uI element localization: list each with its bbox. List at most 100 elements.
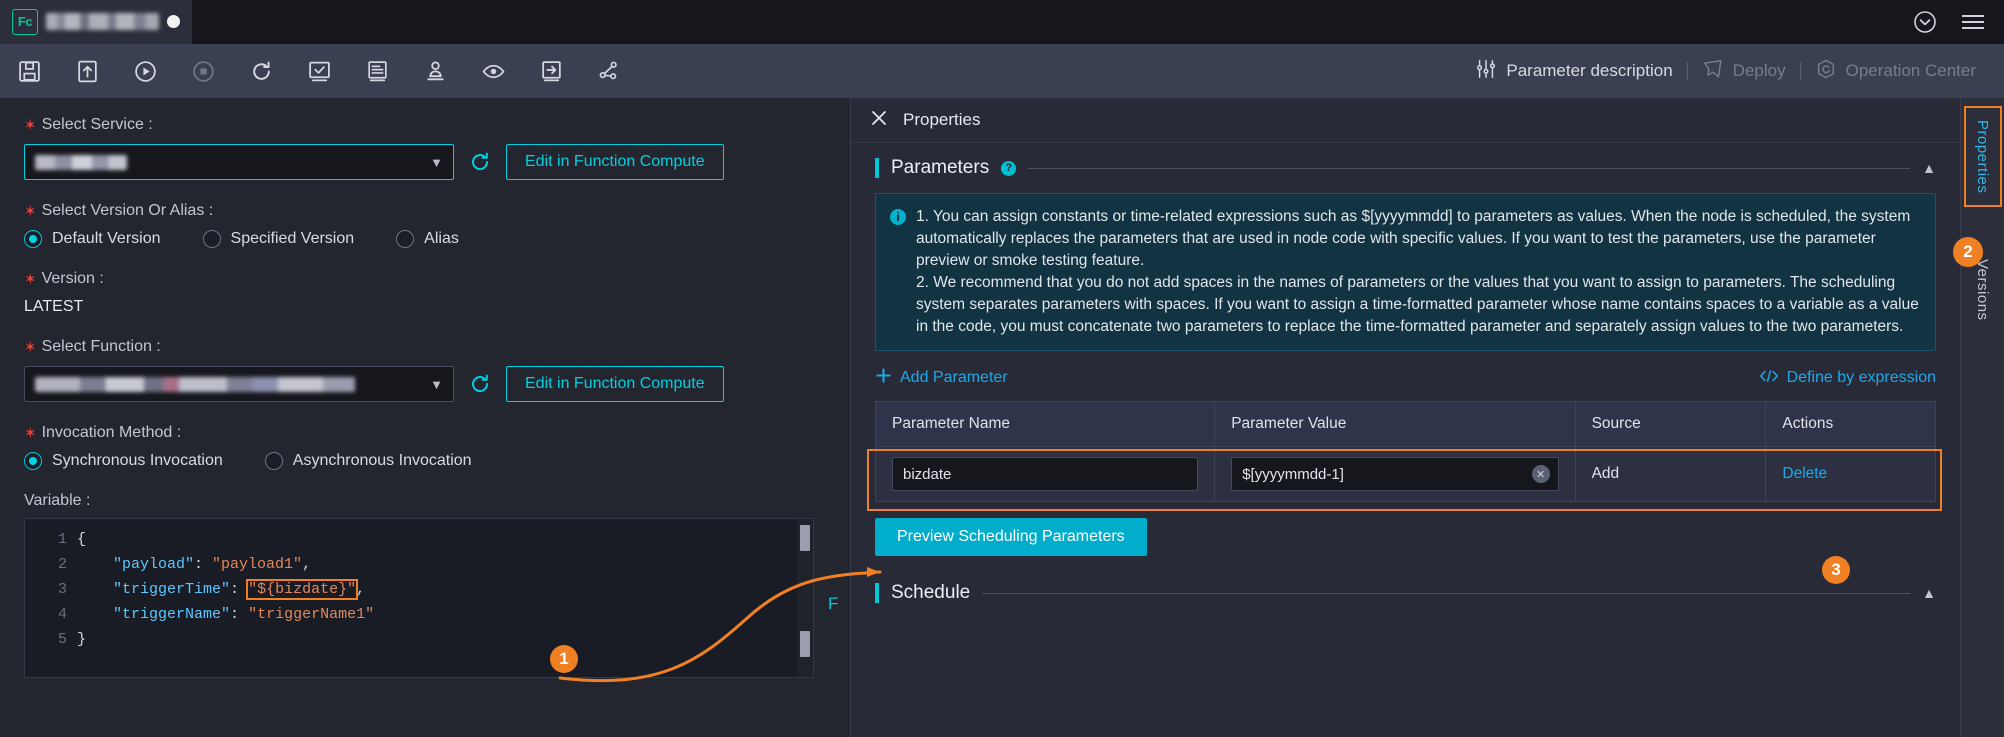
radio-default-version[interactable]: Default Version bbox=[24, 230, 161, 248]
invocation-method-label-text: Invocation Method bbox=[41, 424, 173, 441]
code-brackets-icon bbox=[1759, 368, 1779, 389]
refresh-icon[interactable] bbox=[232, 44, 290, 98]
editor-vertical-scrollbar[interactable] bbox=[797, 519, 813, 677]
parameter-value-input[interactable]: $[yyyymmdd-1] ✕ bbox=[1231, 457, 1559, 491]
smoke-test-icon[interactable] bbox=[290, 44, 348, 98]
version-label: ✶ Version : bbox=[24, 270, 104, 288]
code-line-2: "payload": "payload1", bbox=[113, 556, 312, 573]
add-parameter-button[interactable]: Add Parameter bbox=[875, 367, 1008, 389]
info-icon: i bbox=[890, 209, 906, 225]
select-service-value-redacted bbox=[35, 154, 127, 170]
required-star-icon: ✶ bbox=[24, 424, 37, 442]
radio-alias-label: Alias bbox=[424, 230, 459, 247]
col-source: Source bbox=[1575, 401, 1767, 447]
radio-dot-icon bbox=[202, 230, 221, 248]
stop-icon bbox=[174, 44, 232, 98]
callout-badge-1: 1 bbox=[550, 645, 578, 673]
variable-label-text: Variable bbox=[24, 492, 82, 509]
properties-panel-header: Properties bbox=[851, 98, 1960, 143]
refresh-functions-icon[interactable] bbox=[468, 372, 492, 396]
delete-parameter-link[interactable]: Delete bbox=[1782, 465, 1827, 482]
callout-badge-2: 2 bbox=[1953, 237, 1983, 267]
save-icon[interactable] bbox=[0, 44, 58, 98]
cell-source: Add bbox=[1575, 446, 1767, 502]
edit-in-function-compute-button-service[interactable]: Edit in Function Compute bbox=[506, 144, 724, 180]
select-function-dropdown[interactable]: ▼ bbox=[24, 366, 454, 402]
preview-icon[interactable] bbox=[464, 44, 522, 98]
chevron-down-icon: ▼ bbox=[430, 376, 443, 392]
editor-scroll-thumb-top[interactable] bbox=[800, 525, 810, 551]
invocation-method-radio-group: Synchronous Invocation Asynchronous Invo… bbox=[24, 452, 850, 470]
refresh-services-icon[interactable] bbox=[468, 150, 492, 174]
cell-parameter-value: $[yyyymmdd-1] ✕ bbox=[1214, 446, 1576, 502]
radio-specified-version-label: Specified Version bbox=[230, 230, 355, 247]
toolbar-right-actions: Parameter description Deploy Operation C… bbox=[1461, 58, 2004, 85]
version-or-alias-radio-group: Default Version Specified Version Alias bbox=[24, 230, 850, 248]
parameters-section-title: Parameters bbox=[891, 157, 990, 178]
editor-tab-fc-node[interactable]: Fc bbox=[0, 0, 192, 44]
deploy-button: Deploy bbox=[1688, 58, 1800, 85]
run-log-icon[interactable] bbox=[348, 44, 406, 98]
variable-code-editor[interactable]: 12345 { "payload": "payload1", "triggerT… bbox=[24, 518, 814, 678]
chevron-up-icon[interactable]: ▲ bbox=[1922, 585, 1936, 601]
lineage-icon[interactable] bbox=[580, 44, 638, 98]
parameter-value-text: $[yyyymmdd-1] bbox=[1242, 465, 1344, 483]
go-to-icon[interactable] bbox=[522, 44, 580, 98]
chevron-down-icon: ▼ bbox=[430, 154, 443, 170]
select-service-row: ▼ Edit in Function Compute bbox=[24, 144, 850, 180]
parameter-description-label: Parameter description bbox=[1506, 61, 1673, 80]
editor-scroll-thumb-bottom[interactable] bbox=[800, 631, 810, 657]
publish-icon[interactable] bbox=[406, 44, 464, 98]
schedule-section-header[interactable]: Schedule ▲ bbox=[875, 582, 1936, 604]
sliders-icon bbox=[1475, 58, 1497, 85]
code-bizdate-expression[interactable]: "${bizdate}" bbox=[246, 579, 359, 600]
tab-bar: Fc bbox=[0, 0, 2004, 44]
radio-asynchronous-label: Asynchronous Invocation bbox=[292, 452, 472, 469]
run-icon[interactable] bbox=[116, 44, 174, 98]
collapse-circle-icon[interactable] bbox=[1912, 9, 1938, 35]
operation-center-button: Operation Center bbox=[1801, 58, 1990, 85]
cell-parameter-name: bizdate bbox=[875, 446, 1216, 502]
section-accent-bar bbox=[875, 583, 879, 603]
deploy-label: Deploy bbox=[1732, 61, 1786, 80]
submit-icon[interactable] bbox=[58, 44, 116, 98]
radio-dot-selected-icon bbox=[24, 452, 42, 470]
chevron-up-icon[interactable]: ▲ bbox=[1922, 160, 1936, 176]
col-parameter-name: Parameter Name bbox=[875, 401, 1216, 447]
edit-in-function-compute-button-function[interactable]: Edit in Function Compute bbox=[506, 366, 724, 402]
select-function-label: ✶ Select Function : bbox=[24, 338, 161, 356]
select-service-dropdown[interactable]: ▼ bbox=[24, 144, 454, 180]
editor-code-content[interactable]: { "payload": "payload1", "triggerTime": … bbox=[77, 519, 797, 677]
clear-icon[interactable]: ✕ bbox=[1531, 465, 1550, 483]
required-star-icon: ✶ bbox=[24, 338, 37, 356]
define-by-expression-button[interactable]: Define by expression bbox=[1759, 368, 1936, 389]
question-icon[interactable]: ? bbox=[1001, 160, 1017, 176]
cell-actions: Delete bbox=[1765, 446, 1936, 502]
select-version-or-alias-label: ✶ Select Version Or Alias : bbox=[24, 202, 214, 220]
tab-bar-actions bbox=[1912, 0, 2004, 44]
version-label-text: Version bbox=[41, 270, 95, 287]
required-star-icon: ✶ bbox=[24, 116, 37, 134]
menu-icon[interactable] bbox=[1960, 12, 1986, 32]
close-icon[interactable] bbox=[869, 108, 889, 133]
node-config-form: ✶ Select Service : ▼ Edit in Function Co… bbox=[0, 98, 850, 737]
col-parameter-value: Parameter Value bbox=[1214, 401, 1576, 447]
properties-panel: Properties Parameters ? ▲ i 1. You can a… bbox=[850, 98, 1960, 737]
radio-synchronous-invocation[interactable]: Synchronous Invocation bbox=[24, 452, 223, 470]
parameter-description-button[interactable]: Parameter description bbox=[1461, 58, 1686, 85]
deploy-icon bbox=[1702, 58, 1724, 85]
right-rail: Properties Versions bbox=[1960, 98, 2004, 737]
add-parameter-label: Add Parameter bbox=[900, 369, 1008, 386]
col-actions: Actions bbox=[1765, 401, 1936, 447]
rail-tab-properties[interactable]: Properties bbox=[1963, 105, 2002, 208]
preview-scheduling-parameters-button[interactable]: Preview Scheduling Parameters bbox=[875, 518, 1147, 556]
radio-dot-icon bbox=[396, 230, 415, 248]
parameters-section-header[interactable]: Parameters ? ▲ bbox=[875, 157, 1936, 179]
radio-asynchronous-invocation[interactable]: Asynchronous Invocation bbox=[264, 452, 472, 470]
editor-line-numbers: 12345 bbox=[25, 519, 77, 677]
radio-alias[interactable]: Alias bbox=[396, 230, 459, 248]
unsaved-dot-icon[interactable] bbox=[167, 15, 180, 28]
radio-specified-version[interactable]: Specified Version bbox=[202, 230, 355, 248]
parameter-name-input[interactable]: bizdate bbox=[892, 457, 1199, 491]
parameter-actions-row: Add Parameter Define by expression bbox=[875, 367, 1936, 389]
